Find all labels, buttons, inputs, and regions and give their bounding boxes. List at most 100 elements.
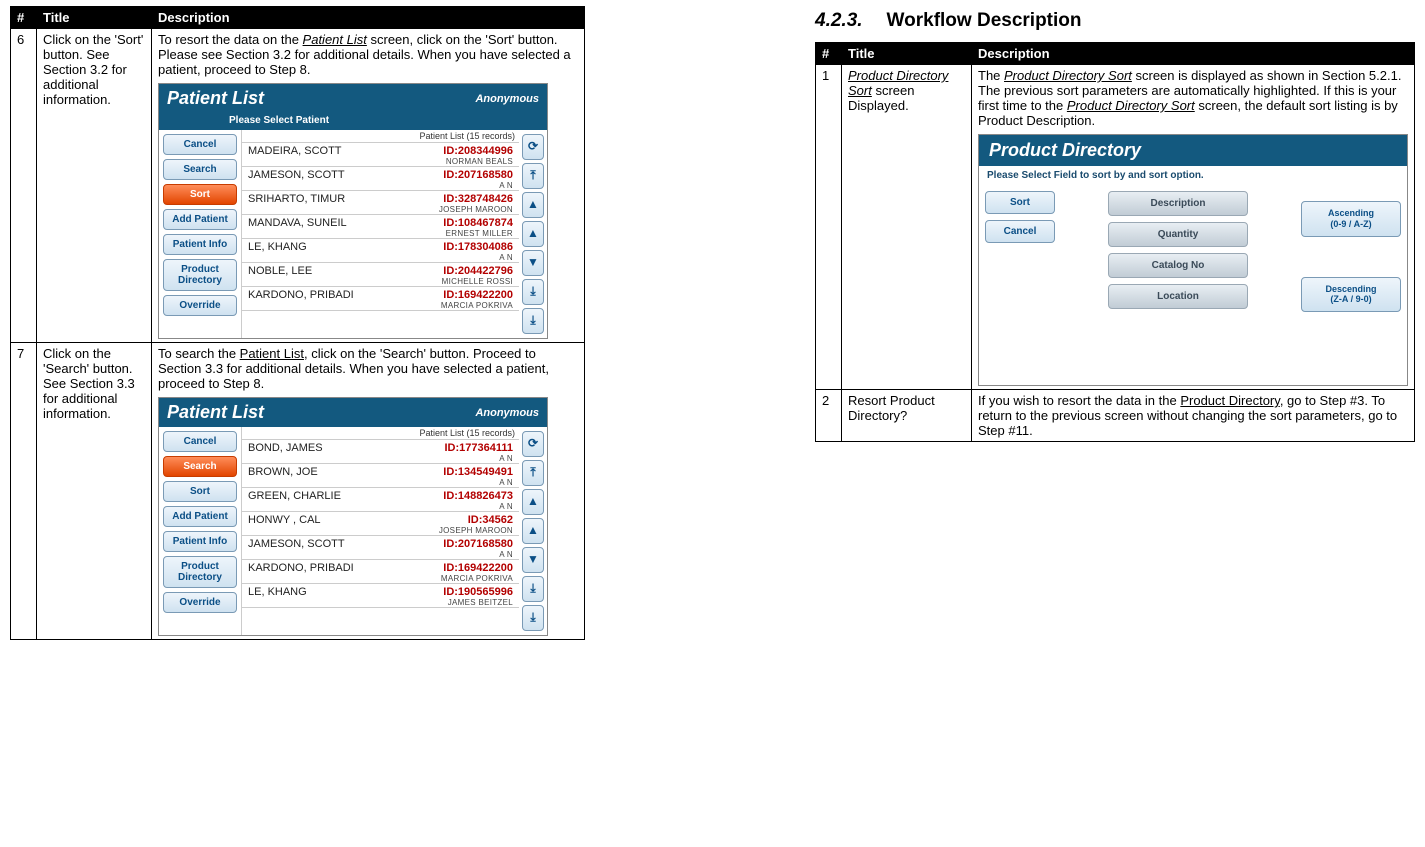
list-item[interactable]: KARDONO, PRIBADIID:169422200MARCIA POKRI…	[242, 560, 519, 584]
provider-name: MARCIA POKRIVA	[248, 301, 513, 310]
list-item[interactable]: MANDAVA, SUNEILID:108467874ERNEST MILLER	[242, 215, 519, 239]
add-patient-button[interactable]: Add Patient	[163, 209, 237, 230]
patient-info-button[interactable]: Patient Info	[163, 531, 237, 552]
list-item[interactable]: KARDONO, PRIBADI ID:169422200MARCIA POKRI…	[242, 287, 519, 311]
override-button[interactable]: Override	[163, 295, 237, 316]
sort-field-quantity[interactable]: Quantity	[1108, 222, 1248, 247]
descending-button[interactable]: Descending (Z-A / 9-0)	[1301, 277, 1401, 313]
text: Descending	[1325, 284, 1376, 294]
list-item[interactable]: GREEN, CHARLIEID:148826473A N	[242, 488, 519, 512]
list-item[interactable]: SRIHARTO, TIMURID:328748426JOSEPH MAROON	[242, 191, 519, 215]
search-button[interactable]: Search	[163, 159, 237, 180]
provider-name: A N	[248, 502, 513, 511]
product-directory-button[interactable]: Product Directory	[163, 556, 237, 588]
refresh-icon[interactable]: ⟳	[522, 134, 544, 160]
patient-name: BOND, JAMES	[248, 442, 323, 454]
patient-id: ID:328748426	[443, 193, 513, 205]
text: To resort the data on the	[158, 32, 303, 47]
anonymous-label: Anonymous	[475, 407, 539, 419]
patient-name: JAMESON, SCOTT	[248, 538, 345, 550]
patient-info-button[interactable]: Patient Info	[163, 234, 237, 255]
sort-button[interactable]: Sort	[985, 191, 1055, 214]
scroll-top-icon[interactable]: ⤒	[522, 460, 544, 486]
app-header: Patient List Anonymous	[159, 398, 547, 427]
patient-list-app-sort: Patient List Anonymous Please Select Pat…	[158, 83, 548, 339]
scroll-down-icon[interactable]: ▼	[522, 250, 544, 276]
list-item[interactable]: MADEIRA, SCOTTID:208344996NORMAN BEALS	[242, 143, 519, 167]
list-item[interactable]: JAMESON, SCOTTID:207168580A N	[242, 536, 519, 560]
text: Ascending	[1328, 208, 1374, 218]
list-item[interactable]: LE, KHANGID:190565996JAMES BEITZEL	[242, 584, 519, 608]
patient-id: ID:169422200	[443, 289, 513, 301]
list-item[interactable]: LE, KHANG ID:178304086A N	[242, 239, 519, 263]
scroll-bottom-icon[interactable]: ⤓	[522, 308, 544, 334]
patient-id: ID:178304086	[443, 241, 513, 253]
left-sidebar: Cancel Search Sort Add Patient Patient I…	[159, 427, 241, 635]
patient-list-column: Patient List (15 records) BOND, JAMESID:…	[241, 427, 519, 635]
patient-id: ID:190565996	[443, 586, 513, 598]
page-up-icon[interactable]: ▲	[522, 192, 544, 218]
list-item[interactable]: BOND, JAMESID:177364111A N	[242, 440, 519, 464]
list-item[interactable]: JAMESON, SCOTTID:207168580A N	[242, 167, 519, 191]
refresh-icon[interactable]: ⟳	[522, 431, 544, 457]
scroll-down-icon[interactable]: ▼	[522, 547, 544, 573]
provider-name: NORMAN BEALS	[248, 157, 513, 166]
section-title: Workflow Description	[887, 10, 1082, 31]
patient-name: MANDAVA, SUNEIL	[248, 217, 347, 229]
sort-field-description[interactable]: Description	[1108, 191, 1248, 216]
text: If you wish to resort the data in the	[978, 393, 1180, 408]
cancel-button[interactable]: Cancel	[985, 220, 1055, 243]
provider-name: JOSEPH MAROON	[248, 205, 513, 214]
sort-button[interactable]: Sort	[163, 184, 237, 205]
provider-name: A N	[248, 253, 513, 262]
pd-title: Product Directory	[979, 135, 1407, 166]
record-count: Patient List (15 records)	[242, 130, 519, 143]
list-item[interactable]: BROWN, JOEID:134549491A N	[242, 464, 519, 488]
row-num: 2	[816, 390, 842, 442]
link-product-directory-sort: Product Directory Sort	[1067, 98, 1195, 113]
ascending-button[interactable]: Ascending (0-9 / A-Z)	[1301, 201, 1401, 237]
cancel-button[interactable]: Cancel	[163, 134, 237, 155]
patient-list-column: Patient List (15 records) MADEIRA, SCOTT…	[241, 130, 519, 338]
scroll-bottom-icon[interactable]: ⤓	[522, 605, 544, 631]
scroll-up-icon[interactable]: ▲	[522, 221, 544, 247]
search-button[interactable]: Search	[163, 456, 237, 477]
patient-name: LE, KHANG	[248, 586, 307, 598]
patient-id: ID:207168580	[443, 169, 513, 181]
page-down-icon[interactable]: ⤓	[522, 576, 544, 602]
row-num: 7	[11, 343, 37, 640]
text: The	[978, 68, 1004, 83]
sort-field-catalog-no[interactable]: Catalog No	[1108, 253, 1248, 278]
left-sidebar: Cancel Search Sort Add Patient Patient I…	[159, 130, 241, 338]
override-button[interactable]: Override	[163, 592, 237, 613]
scroll-top-icon[interactable]: ⤒	[522, 163, 544, 189]
app-title: Patient List	[167, 402, 264, 423]
left-workflow-table: # Title Description 6 Click on the 'Sort…	[10, 6, 585, 640]
add-patient-button[interactable]: Add Patient	[163, 506, 237, 527]
app-title: Patient List	[167, 88, 264, 109]
app-header: Patient List Anonymous	[159, 84, 547, 113]
cancel-button[interactable]: Cancel	[163, 431, 237, 452]
provider-name: A N	[248, 478, 513, 487]
row-title: Click on the 'Search' button. See Sectio…	[37, 343, 152, 640]
page-down-icon[interactable]: ⤓	[522, 279, 544, 305]
list-item[interactable]: NOBLE, LEEID:204422796MICHELLE ROSSI	[242, 263, 519, 287]
scroll-up-icon[interactable]: ▲	[522, 518, 544, 544]
patient-name: NOBLE, LEE	[248, 265, 312, 277]
patient-name: LE, KHANG	[248, 241, 307, 253]
page-up-icon[interactable]: ▲	[522, 489, 544, 515]
patient-name: KARDONO, PRIBADI	[248, 289, 354, 301]
section-number: 4.2.3.	[815, 10, 863, 32]
patient-name: MADEIRA, SCOTT	[248, 145, 342, 157]
provider-name: A N	[248, 181, 513, 190]
table-row: 7 Click on the 'Search' button. See Sect…	[11, 343, 585, 640]
table-row: 1 Product Directory Sort screen Displaye…	[816, 65, 1415, 390]
product-directory-button[interactable]: Product Directory	[163, 259, 237, 291]
sort-button[interactable]: Sort	[163, 481, 237, 502]
row-title: Resort Product Directory?	[842, 390, 972, 442]
list-item[interactable]: HONWY , CALID:34562JOSEPH MAROON	[242, 512, 519, 536]
sort-field-location[interactable]: Location	[1108, 284, 1248, 309]
patient-list-app-search: Patient List Anonymous Cancel Search Sor…	[158, 397, 548, 636]
scroll-column: ⟳ ⤒ ▲ ▲ ▼ ⤓ ⤓	[519, 130, 547, 338]
row-title: Click on the 'Sort' button. See Section …	[37, 29, 152, 343]
